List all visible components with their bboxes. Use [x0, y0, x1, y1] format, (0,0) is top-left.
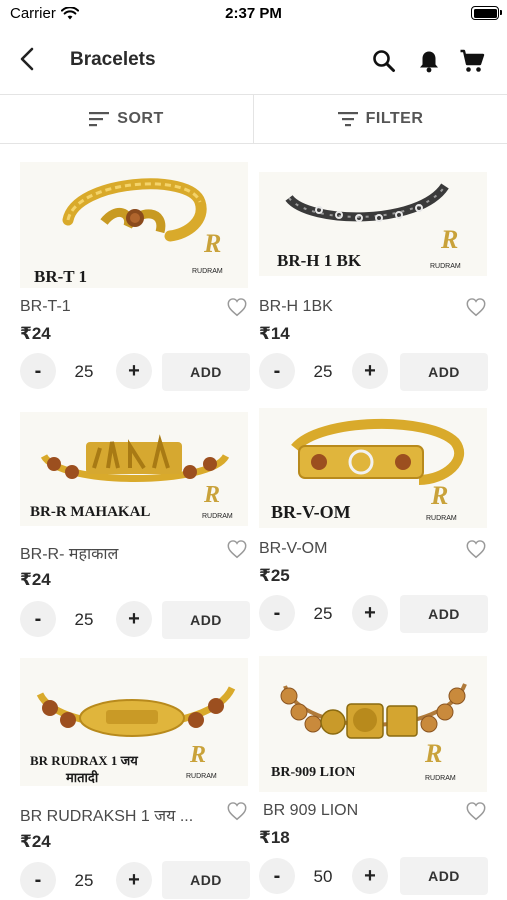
quantity-increment-button[interactable]: +: [116, 353, 152, 389]
product-image[interactable]: BR-V-OM R RUDRAM: [259, 408, 487, 528]
add-to-cart-button[interactable]: ADD: [162, 861, 250, 899]
filter-button[interactable]: FILTER: [253, 95, 507, 143]
heart-outline-icon[interactable]: [465, 538, 487, 560]
image-label-line2: मातादी: [65, 770, 99, 785]
quantity-increment-button[interactable]: +: [352, 353, 388, 389]
heart-outline-icon[interactable]: [465, 800, 487, 822]
product-price: ₹24: [20, 324, 51, 343]
chevron-left-icon: [20, 47, 34, 71]
add-to-cart-button[interactable]: ADD: [400, 353, 488, 391]
product-image[interactable]: BR-R MAHAKAL R RUDRAM: [20, 412, 248, 526]
cart-icon: [460, 49, 485, 72]
product-name[interactable]: BR-R- महाकाल: [20, 542, 118, 564]
back-button[interactable]: [14, 45, 42, 73]
add-to-cart-button[interactable]: ADD: [400, 595, 488, 633]
product-card[interactable]: BR-V-OM R RUDRAM BR-V-OM ₹25 - 25 + ADD: [259, 408, 489, 644]
quantity-value[interactable]: 25: [64, 362, 104, 382]
brand-logo-mark: R: [203, 482, 220, 508]
quantity-value[interactable]: 25: [303, 362, 343, 382]
product-card[interactable]: BR-909 LION R RUDRAM BR 909 LION ₹18 - 5…: [259, 656, 489, 898]
quantity-value[interactable]: 25: [303, 604, 343, 624]
product-price: ₹25: [259, 566, 290, 585]
quantity-increment-button[interactable]: +: [352, 858, 388, 894]
add-to-cart-button[interactable]: ADD: [162, 601, 250, 639]
bracelet-image: BR-V-OM R RUDRAM: [259, 408, 487, 528]
notifications-button[interactable]: [415, 47, 443, 75]
image-label: BR-R MAHAKAL: [30, 504, 150, 520]
search-button[interactable]: [370, 47, 398, 75]
product-price: ₹24: [20, 832, 51, 851]
brand-logo-mark: R: [440, 225, 458, 254]
product-card[interactable]: BR RUDRAX 1 जय मातादी R RUDRAM BR RUDRAK…: [20, 658, 250, 899]
quantity-value[interactable]: 25: [64, 871, 104, 891]
quantity-decrement-button[interactable]: -: [259, 353, 295, 389]
product-image[interactable]: BR RUDRAX 1 जय मातादी R RUDRAM: [20, 658, 248, 786]
quantity-decrement-button[interactable]: -: [20, 862, 56, 898]
quantity-increment-button[interactable]: +: [116, 862, 152, 898]
bracelet-image: BR-H 1 BK R RUDRAM: [259, 172, 487, 276]
product-name[interactable]: BR 909 LION: [263, 802, 358, 820]
brand-logo-text: RUDRAM: [425, 775, 456, 782]
heart-outline-icon[interactable]: [226, 800, 248, 822]
status-bar: Carrier 2:37 PM: [0, 0, 507, 28]
image-label: BR-V-OM: [271, 502, 351, 522]
add-to-cart-button[interactable]: ADD: [162, 353, 250, 391]
product-name[interactable]: BR-H 1BK: [259, 298, 333, 316]
quantity-decrement-button[interactable]: -: [20, 601, 56, 637]
image-label: BR-H 1 BK: [277, 251, 362, 270]
heart-outline-icon[interactable]: [226, 538, 248, 560]
quantity-increment-button[interactable]: +: [352, 595, 388, 631]
image-label: BR-T 1: [34, 267, 87, 286]
product-image[interactable]: BR-T 1 R RUDRAM: [20, 162, 248, 288]
product-name[interactable]: BR-T-1: [20, 298, 71, 316]
brand-logo-mark: R: [203, 229, 221, 258]
sort-button[interactable]: SORT: [0, 95, 253, 143]
filter-label: FILTER: [365, 110, 424, 127]
brand-logo-mark: R: [424, 739, 442, 768]
search-icon: [373, 50, 395, 72]
product-card[interactable]: BR-H 1 BK R RUDRAM BR-H 1BK ₹14 - 25 + A…: [259, 172, 489, 398]
brand-logo-text: RUDRAM: [192, 268, 223, 275]
quantity-decrement-button[interactable]: -: [259, 858, 295, 894]
brand-logo-mark: R: [189, 742, 206, 768]
quantity-value[interactable]: 50: [303, 867, 343, 887]
heart-outline-icon[interactable]: [465, 296, 487, 318]
brand-logo-text: RUDRAM: [186, 773, 217, 780]
battery-icon: [471, 6, 502, 20]
sort-lines-icon: [89, 112, 110, 127]
brand-logo-mark: R: [430, 481, 448, 510]
add-to-cart-button[interactable]: ADD: [400, 857, 488, 895]
bracelet-image: BR-R MAHAKAL R RUDRAM: [20, 412, 248, 526]
brand-logo-text: RUDRAM: [202, 513, 233, 520]
product-price: ₹14: [259, 324, 290, 343]
product-price: ₹18: [259, 828, 290, 847]
sort-filter-bar: SORT FILTER: [0, 94, 507, 144]
product-image[interactable]: BR-909 LION R RUDRAM: [259, 656, 487, 792]
product-name[interactable]: BR RUDRAKSH 1 जय ...: [20, 804, 193, 826]
image-label: BR-909 LION: [271, 765, 355, 780]
app-bar: Bracelets: [0, 28, 507, 94]
product-card[interactable]: BR-R MAHAKAL R RUDRAM BR-R- महाकाल ₹24 -…: [20, 412, 250, 648]
filter-icon: [337, 112, 358, 127]
cart-button[interactable]: [458, 47, 486, 75]
product-image[interactable]: BR-H 1 BK R RUDRAM: [259, 172, 487, 276]
sort-label: SORT: [117, 110, 164, 127]
product-name[interactable]: BR-V-OM: [259, 540, 327, 558]
bell-icon: [420, 51, 438, 73]
quantity-decrement-button[interactable]: -: [20, 353, 56, 389]
quantity-increment-button[interactable]: +: [116, 601, 152, 637]
heart-outline-icon[interactable]: [226, 296, 248, 318]
bracelet-image: BR-T 1 R RUDRAM: [20, 162, 248, 288]
bracelet-image: BR RUDRAX 1 जय मातादी R RUDRAM: [20, 658, 248, 786]
brand-logo-text: RUDRAM: [426, 515, 457, 522]
quantity-decrement-button[interactable]: -: [259, 595, 295, 631]
page-title: Bracelets: [70, 49, 156, 70]
image-label: BR RUDRAX 1 जय: [30, 753, 138, 768]
brand-logo-text: RUDRAM: [430, 263, 461, 270]
bracelet-image: BR-909 LION R RUDRAM: [259, 656, 487, 792]
quantity-value[interactable]: 25: [64, 610, 104, 630]
product-price: ₹24: [20, 570, 51, 589]
status-time: 2:37 PM: [225, 5, 282, 22]
product-card[interactable]: BR-T 1 R RUDRAM BR-T-1 ₹24 - 25 + ADD: [20, 162, 250, 398]
